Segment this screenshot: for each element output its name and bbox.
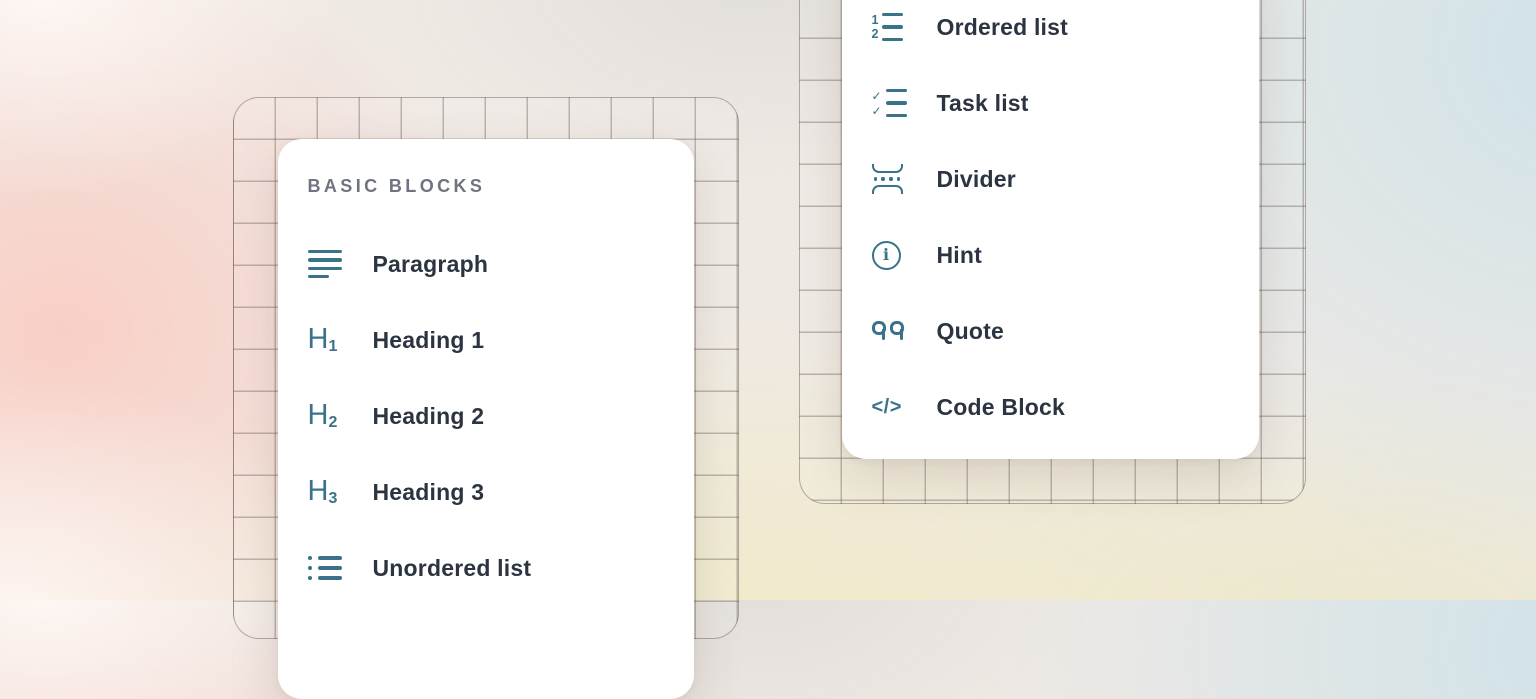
ordered-list-icon: 12 — [872, 13, 906, 41]
block-menu-more-blocks: 12 Ordered list ✓✓ Task list Divider i Hint Quo… — [842, 0, 1259, 459]
menu-item-label: Hint — [937, 242, 983, 269]
divider-icon — [872, 164, 906, 193]
menu-item-label: Heading 1 — [373, 327, 485, 354]
menu-item-label: Heading 2 — [373, 403, 485, 430]
paragraph-icon — [308, 250, 342, 279]
quote-icon — [872, 321, 906, 341]
menu-item-label: Divider — [937, 166, 1016, 193]
menu-item-label: Ordered list — [937, 14, 1069, 41]
menu-item-task-list[interactable]: ✓✓ Task list — [842, 65, 1259, 141]
heading-3-icon: H3 — [308, 477, 342, 507]
menu-item-label: Heading 3 — [373, 479, 485, 506]
menu-item-divider[interactable]: Divider — [842, 141, 1259, 217]
heading-2-icon: H2 — [308, 401, 342, 431]
menu-item-hint[interactable]: i Hint — [842, 217, 1259, 293]
menu-item-list: 12 Ordered list ✓✓ Task list Divider i Hint Quo… — [842, 0, 1259, 445]
menu-item-ordered-list[interactable]: 12 Ordered list — [842, 0, 1259, 65]
menu-item-label: Code Block — [937, 394, 1066, 421]
menu-item-label: Task list — [937, 90, 1029, 117]
menu-item-label: Quote — [937, 318, 1004, 345]
menu-item-list: Paragraph H1 Heading 1 H2 Heading 2 H3 Heading… — [278, 226, 694, 606]
menu-item-label: Paragraph — [373, 251, 489, 278]
task-list-icon: ✓✓ — [872, 89, 906, 117]
menu-item-heading-1[interactable]: H1 Heading 1 — [278, 302, 694, 378]
menu-item-heading-3[interactable]: H3 Heading 3 — [278, 454, 694, 530]
menu-item-paragraph[interactable]: Paragraph — [278, 226, 694, 302]
menu-item-unordered-list[interactable]: Unordered list — [278, 530, 694, 606]
unordered-list-icon — [308, 556, 342, 580]
menu-item-quote[interactable]: Quote — [842, 293, 1259, 369]
block-menu-basic-blocks: BASIC BLOCKS Paragraph H1 Heading 1 H2 Headi… — [278, 139, 694, 699]
menu-item-code-block[interactable]: </> Code Block — [842, 369, 1259, 445]
menu-item-heading-2[interactable]: H2 Heading 2 — [278, 378, 694, 454]
menu-item-label: Unordered list — [373, 555, 532, 582]
hint-icon: i — [872, 241, 906, 270]
heading-1-icon: H1 — [308, 325, 342, 355]
section-header-basic-blocks: BASIC BLOCKS — [308, 177, 695, 195]
code-block-icon: </> — [872, 397, 906, 417]
